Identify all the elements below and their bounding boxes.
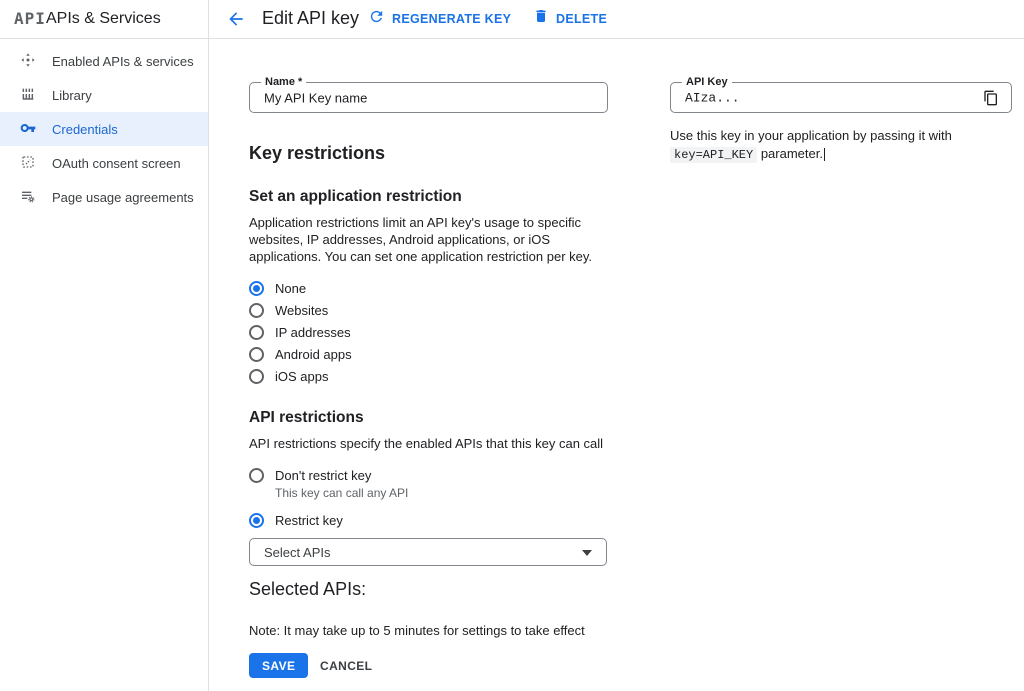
sidebar-item-page-usage-agreements[interactable]: Page usage agreements xyxy=(0,180,208,214)
radio-dont-restrict-key[interactable]: Don't restrict key xyxy=(249,464,408,486)
radio-unselected-icon xyxy=(249,325,264,340)
radio-unselected-icon xyxy=(249,369,264,384)
key-icon xyxy=(20,120,36,139)
radio-ip-addresses[interactable]: IP addresses xyxy=(249,321,352,343)
sidebar-item-label: Credentials xyxy=(52,122,118,137)
trash-icon xyxy=(533,8,549,29)
sidebar-divider xyxy=(208,0,209,691)
regenerate-key-button[interactable]: REGENERATE KEY xyxy=(368,8,511,30)
sidebar: Enabled APIs & services Library Credenti… xyxy=(0,44,208,214)
radio-label: Android apps xyxy=(275,347,352,362)
radio-label: Don't restrict key xyxy=(275,468,371,483)
api-logo: API xyxy=(14,9,46,28)
api-restrictions-heading: API restrictions xyxy=(249,409,364,427)
radio-unselected-icon xyxy=(249,303,264,318)
sidebar-item-library[interactable]: Library xyxy=(0,78,208,112)
name-field[interactable]: Name * My API Key name xyxy=(249,82,608,113)
radio-label: IP addresses xyxy=(275,325,351,340)
radio-websites[interactable]: Websites xyxy=(249,299,352,321)
delete-label: DELETE xyxy=(556,12,607,26)
enabled-apis-icon xyxy=(20,52,36,71)
product-name: APIs & Services xyxy=(46,10,161,28)
library-icon xyxy=(20,86,36,105)
sidebar-item-label: OAuth consent screen xyxy=(52,156,181,171)
delete-button[interactable]: DELETE xyxy=(533,8,607,29)
api-key-help-suffix: parameter. xyxy=(757,146,823,161)
regenerate-key-label: REGENERATE KEY xyxy=(392,12,511,26)
app-restriction-radio-group: None Websites IP addresses Android apps … xyxy=(249,277,352,387)
radio-restrict-key[interactable]: Restrict key xyxy=(249,509,408,531)
back-arrow-icon xyxy=(226,16,246,33)
radio-none[interactable]: None xyxy=(249,277,352,299)
agreements-icon xyxy=(20,188,36,207)
radio-android-apps[interactable]: Android apps xyxy=(249,343,352,365)
api-key-help-code: key=API_KEY xyxy=(670,147,757,163)
edit-api-key-page: API APIs & Services Edit API key REGENER… xyxy=(0,0,1024,691)
api-restrictions-description: API restrictions specify the enabled API… xyxy=(249,436,629,451)
sidebar-item-label: Page usage agreements xyxy=(52,190,194,205)
radio-selected-icon xyxy=(249,513,264,528)
sidebar-item-oauth-consent[interactable]: OAuth consent screen xyxy=(0,146,208,180)
copy-icon[interactable] xyxy=(983,90,999,106)
text-cursor xyxy=(824,148,825,161)
page-title: Edit API key xyxy=(262,8,359,29)
sidebar-item-enabled-apis[interactable]: Enabled APIs & services xyxy=(0,44,208,78)
api-key-field-value: AIza... xyxy=(685,90,740,105)
refresh-icon xyxy=(368,8,385,30)
sidebar-item-credentials[interactable]: Credentials xyxy=(0,112,208,146)
key-restrictions-heading: Key restrictions xyxy=(249,143,385,164)
chevron-down-icon xyxy=(582,550,592,556)
name-field-value: My API Key name xyxy=(264,90,367,105)
radio-label: Websites xyxy=(275,303,328,318)
selected-apis-heading: Selected APIs: xyxy=(249,579,366,600)
radio-unselected-icon xyxy=(249,468,264,483)
api-key-help-text: Use this key in your application by pass… xyxy=(670,127,1018,164)
app-restriction-heading: Set an application restriction xyxy=(249,188,462,206)
radio-label: None xyxy=(275,281,306,296)
radio-label: Restrict key xyxy=(275,513,343,528)
name-field-label: Name * xyxy=(261,76,306,88)
api-key-help-prefix: Use this key in your application by pass… xyxy=(670,128,952,143)
cancel-button[interactable]: CANCEL xyxy=(316,653,376,678)
settings-note: Note: It may take up to 5 minutes for se… xyxy=(249,623,585,638)
save-button[interactable]: SAVE xyxy=(249,653,308,678)
api-restrictions-radio-group: Don't restrict key This key can call any… xyxy=(249,464,408,531)
api-key-field[interactable]: API Key AIza... xyxy=(670,82,1012,113)
radio-ios-apps[interactable]: iOS apps xyxy=(249,365,352,387)
dont-restrict-key-sublabel: This key can call any API xyxy=(249,486,408,504)
radio-label: iOS apps xyxy=(275,369,328,384)
oauth-icon xyxy=(20,154,36,173)
select-apis-value: Select APIs xyxy=(264,545,330,560)
app-restriction-description: Application restrictions limit an API ke… xyxy=(249,214,615,265)
sidebar-item-label: Enabled APIs & services xyxy=(52,54,194,69)
select-apis-dropdown[interactable]: Select APIs xyxy=(249,538,607,566)
header-divider xyxy=(0,38,1024,39)
radio-unselected-icon xyxy=(249,347,264,362)
sidebar-item-label: Library xyxy=(52,88,92,103)
api-key-field-label: API Key xyxy=(682,76,732,88)
back-button[interactable] xyxy=(226,9,246,29)
radio-selected-icon xyxy=(249,281,264,296)
